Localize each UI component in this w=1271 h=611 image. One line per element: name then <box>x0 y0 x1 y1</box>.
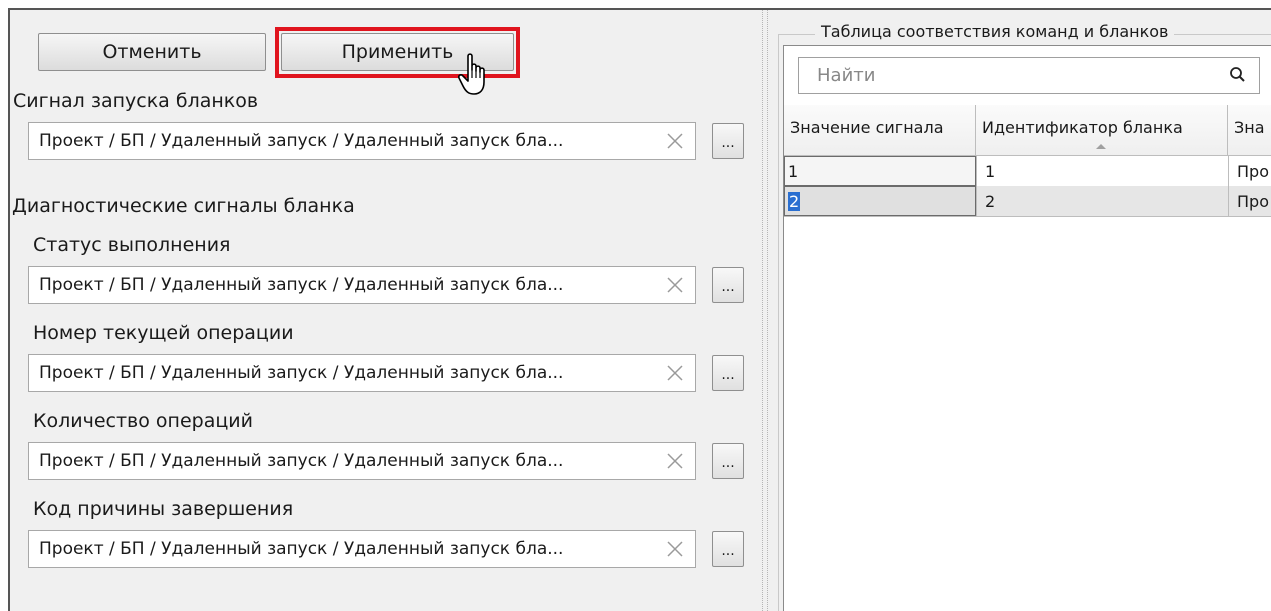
op-count-browse-button[interactable]: ... <box>712 443 744 479</box>
start-signal-browse-button[interactable]: ... <box>712 123 744 159</box>
end-reason-value: Проект / БП / Удаленный запуск / Удаленн… <box>39 539 564 559</box>
current-op-field[interactable]: Проект / БП / Удаленный запуск / Удаленн… <box>28 354 696 392</box>
start-signal-label: Сигнал запуска бланков <box>13 90 259 112</box>
current-op-value: Проект / БП / Удаленный запуск / Удаленн… <box>39 363 564 383</box>
table-row-selected[interactable]: 2 2 Про <box>784 186 1271 216</box>
status-value: Проект / БП / Удаленный запуск / Удаленн… <box>39 275 564 295</box>
form-id-cell[interactable]: 2 <box>976 186 1228 216</box>
value-cell[interactable]: Про <box>1228 186 1271 216</box>
signal-cell[interactable]: 1 <box>784 156 976 186</box>
clear-icon[interactable] <box>655 452 695 470</box>
mapping-table: Найти Значение сигнала Идентификатор бла… <box>783 45 1271 611</box>
search-placeholder: Найти <box>817 65 876 86</box>
column-header-form-id-label: Идентификатор бланка <box>982 118 1183 137</box>
current-op-label: Номер текущей операции <box>33 322 294 344</box>
end-reason-label: Код причины завершения <box>33 498 294 520</box>
clear-icon[interactable] <box>655 276 695 294</box>
status-field[interactable]: Проект / БП / Удаленный запуск / Удаленн… <box>28 266 696 304</box>
status-label: Статус выполнения <box>33 234 231 256</box>
status-browse-button[interactable]: ... <box>712 267 744 303</box>
diag-section-label: Диагностические сигналы бланка <box>12 195 355 217</box>
column-header-value[interactable]: Зна <box>1228 105 1271 155</box>
sort-ascending-icon <box>1096 144 1106 149</box>
end-reason-field[interactable]: Проект / БП / Удаленный запуск / Удаленн… <box>28 530 696 568</box>
column-header-signal[interactable]: Значение сигнала <box>784 105 976 155</box>
signal-cell-selected-text[interactable]: 2 <box>788 191 801 211</box>
table-bottom-divider <box>784 216 1271 217</box>
hand-cursor-icon <box>458 52 492 102</box>
search-input[interactable]: Найти <box>798 57 1260 94</box>
op-count-field[interactable]: Проект / БП / Удаленный запуск / Удаленн… <box>28 442 696 480</box>
start-signal-field[interactable]: Проект / БП / Удаленный запуск / Удаленн… <box>28 122 696 160</box>
op-count-value: Проект / БП / Удаленный запуск / Удаленн… <box>39 451 564 471</box>
clear-icon[interactable] <box>655 540 695 558</box>
op-count-label: Количество операций <box>33 410 253 432</box>
current-op-browse-button[interactable]: ... <box>712 355 744 391</box>
mapping-group-title: Таблица соответствия команд и бланков <box>815 22 1175 41</box>
search-icon[interactable] <box>1229 66 1247 89</box>
clear-icon[interactable] <box>655 364 695 382</box>
column-header-form-id[interactable]: Идентификатор бланка <box>976 105 1228 155</box>
cancel-button[interactable]: Отменить <box>38 33 266 71</box>
value-cell[interactable]: Про <box>1228 156 1271 186</box>
clear-icon[interactable] <box>655 132 695 150</box>
table-row[interactable]: 1 1 Про <box>784 156 1271 186</box>
signal-cell-editing[interactable]: 2 <box>784 186 976 216</box>
end-reason-browse-button[interactable]: ... <box>712 531 744 567</box>
table-header: Значение сигнала Идентификатор бланка Зн… <box>784 105 1271 156</box>
form-id-cell[interactable]: 1 <box>976 156 1228 186</box>
start-signal-value: Проект / БП / Удаленный запуск / Удаленн… <box>39 131 564 151</box>
